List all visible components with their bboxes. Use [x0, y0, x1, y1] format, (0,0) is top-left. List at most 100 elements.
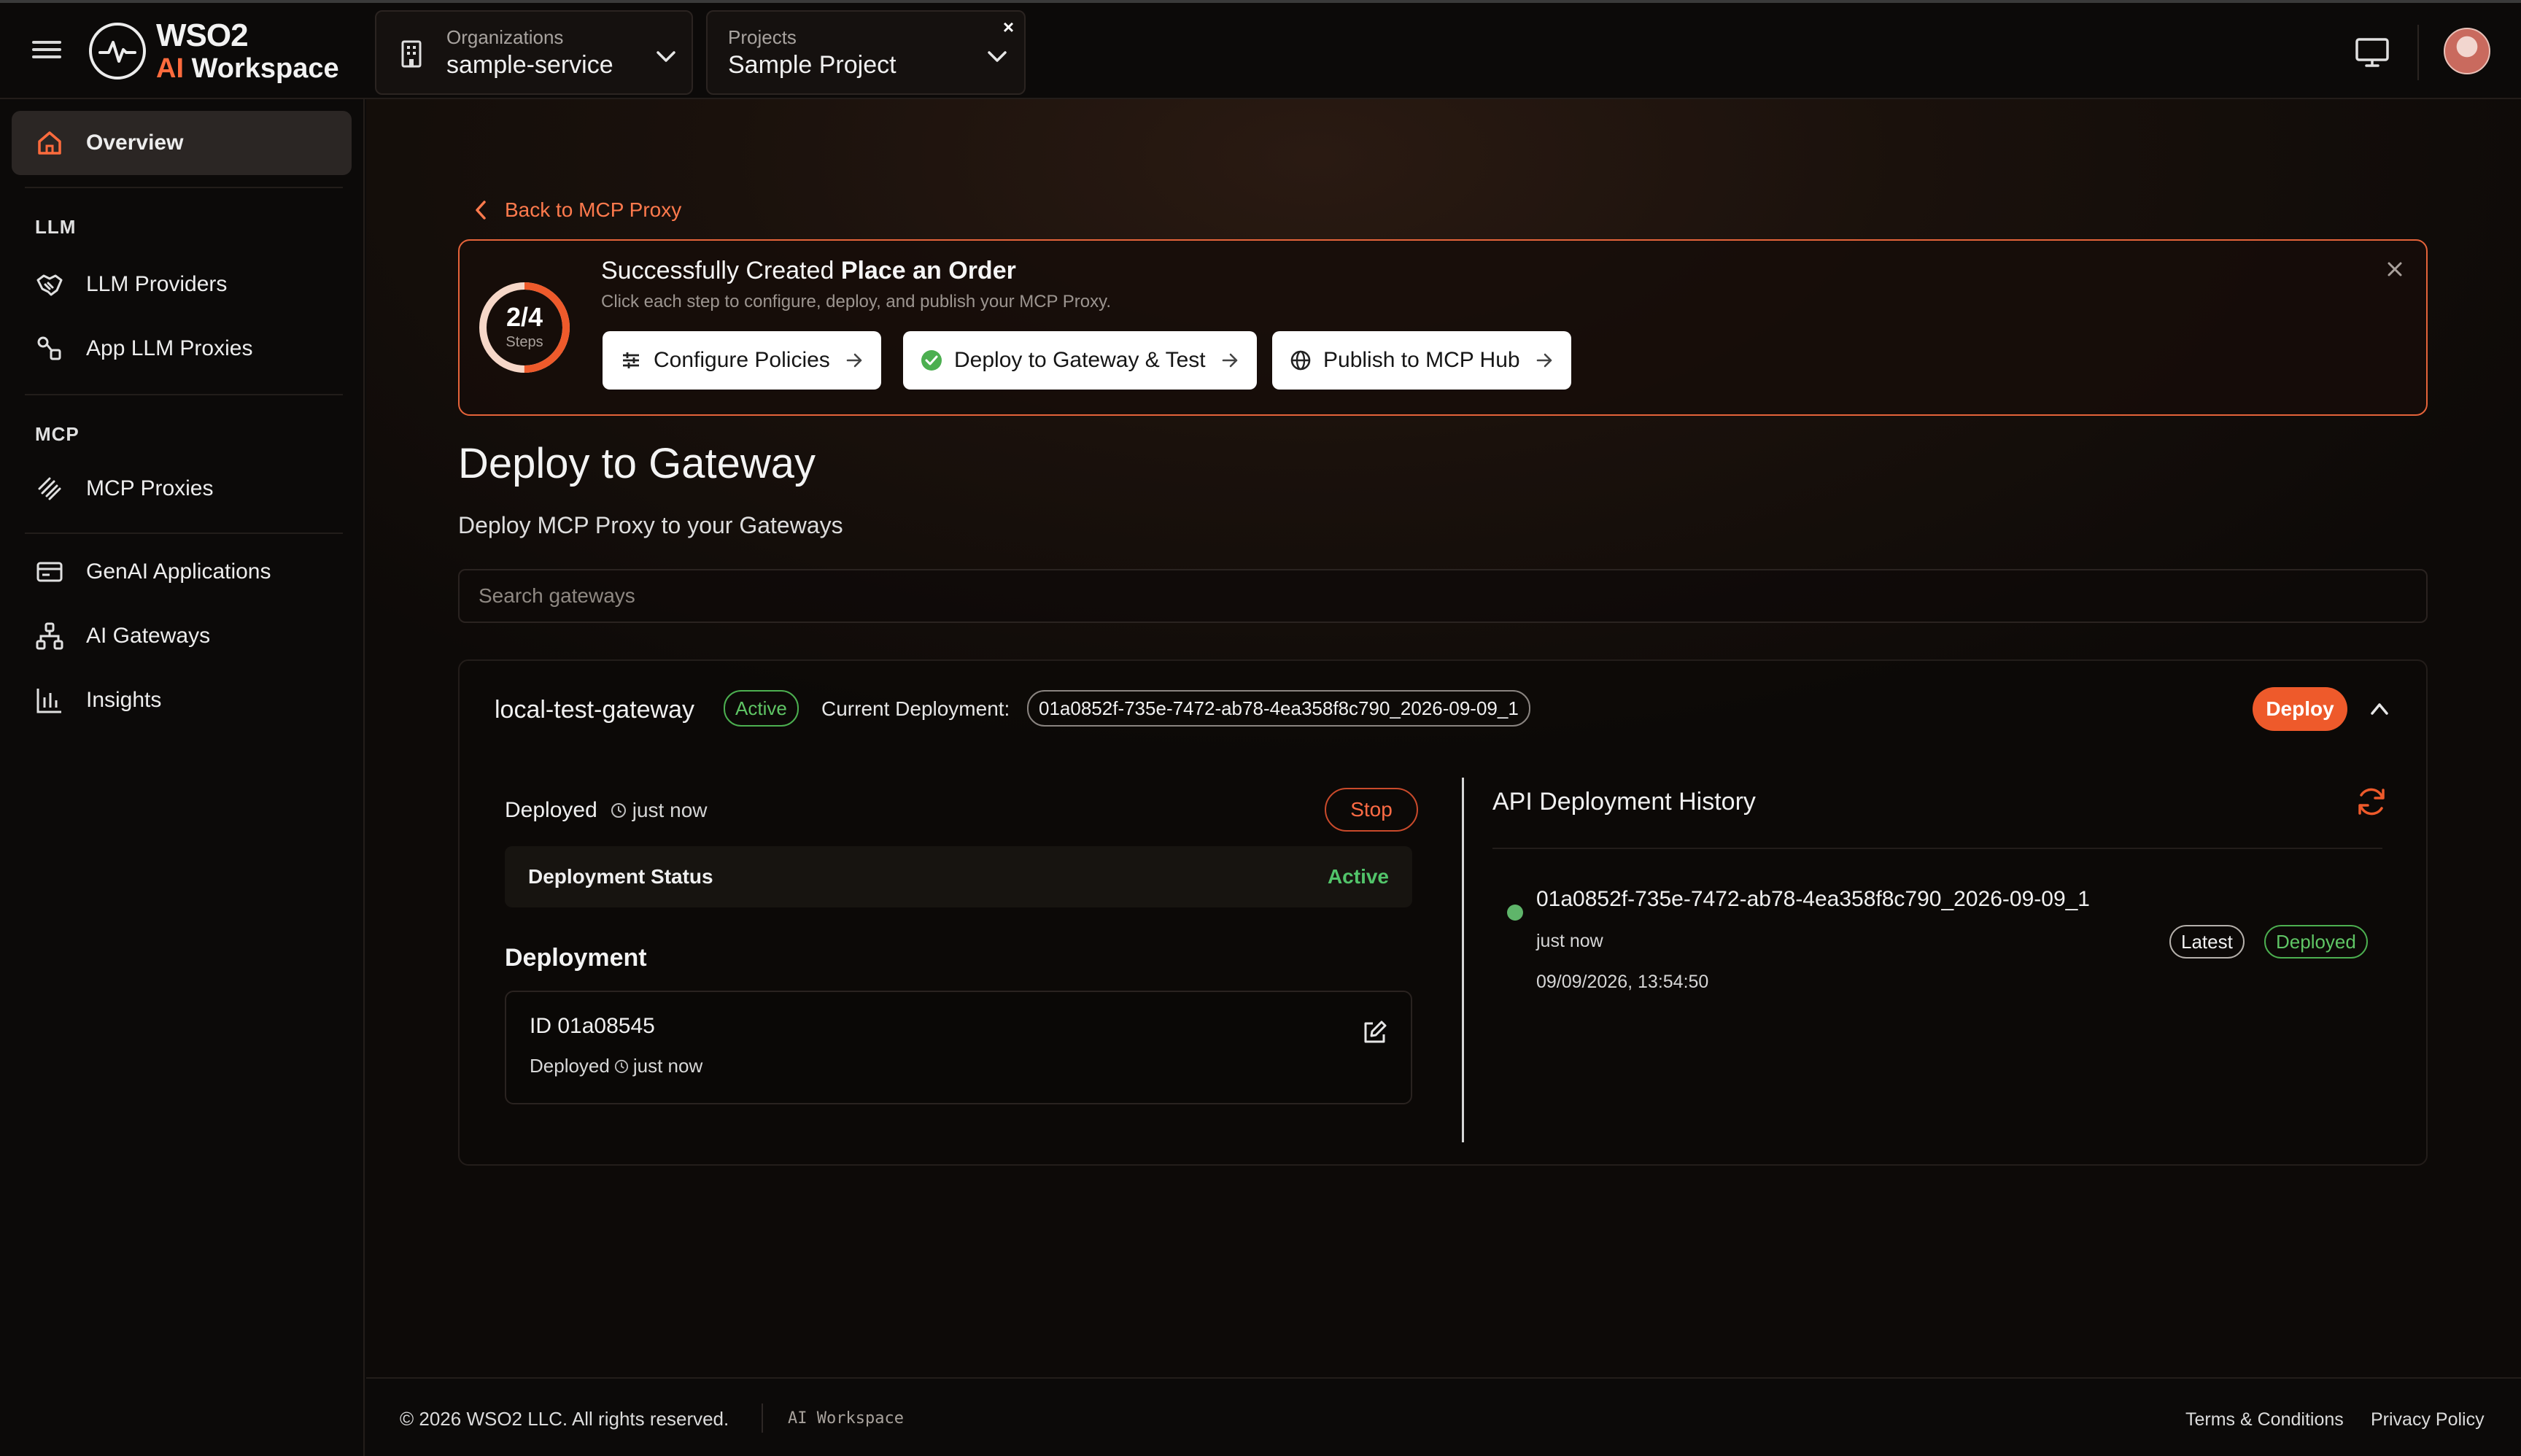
terms-link[interactable]: Terms & Conditions: [2185, 1409, 2344, 1430]
history-entry-id: 01a0852f-735e-7472-ab78-4ea358f8c790_202…: [1536, 887, 2090, 911]
back-to-mcp-proxy-link[interactable]: Back to MCP Proxy: [473, 198, 681, 222]
sidebar-item-insights[interactable]: Insights: [12, 668, 352, 732]
history-title: API Deployment History: [1492, 788, 1756, 816]
deployment-heading: Deployment: [505, 944, 647, 972]
home-icon: [35, 128, 64, 158]
sidebar-item-llm-providers[interactable]: LLM Providers: [12, 252, 352, 317]
globe-icon: [1290, 350, 1311, 371]
clock-icon: [614, 1059, 628, 1073]
search-gateways-input[interactable]: [458, 569, 2428, 623]
refresh-icon[interactable]: [2353, 783, 2390, 820]
edit-icon[interactable]: [1360, 1018, 1389, 1048]
latest-badge: Latest: [2169, 925, 2245, 959]
sidebar-item-label: Overview: [86, 131, 184, 155]
sidebar-item-label: AI Gateways: [86, 624, 211, 648]
pulse-logo-icon: [89, 23, 146, 80]
monitor-icon[interactable]: [2353, 34, 2391, 71]
current-deployment-value: 01a0852f-735e-7472-ab78-4ea358f8c790_202…: [1027, 690, 1530, 727]
sidebar-item-label: Insights: [86, 688, 162, 712]
sidebar-section-mcp: MCP: [35, 423, 80, 445]
deployment-history: API Deployment History 01a0852f-735e-747…: [1492, 778, 2397, 1128]
handshake-icon: [35, 270, 64, 299]
chevron-down-icon[interactable]: [654, 44, 678, 69]
sliders-icon: [623, 352, 639, 368]
header-divider: [2417, 25, 2419, 80]
organization-selector[interactable]: Organizations sample-service: [375, 10, 693, 95]
sidebar-item-ai-gateways[interactable]: AI Gateways: [12, 604, 352, 668]
sidebar-item-label: MCP Proxies: [86, 476, 214, 500]
banner-subtitle: Click each step to configure, deploy, an…: [601, 292, 1112, 311]
check-circle-icon: [921, 350, 942, 371]
stop-button[interactable]: Stop: [1325, 788, 1418, 832]
current-deployment-label: Current Deployment:: [821, 697, 1010, 720]
arrow-right-icon: [846, 353, 862, 368]
history-entry-date: 09/09/2026, 13:54:50: [1536, 972, 1709, 992]
sidebar-divider: [25, 187, 343, 188]
progress-steps-count: 2/4: [506, 302, 543, 332]
publish-to-mcp-hub-button[interactable]: Publish to MCP Hub: [1272, 331, 1571, 390]
sidebar-item-label: App LLM Proxies: [86, 336, 253, 360]
deployed-status-line: Deployed just now: [505, 798, 707, 823]
deployment-deployed-time: just now: [632, 1055, 703, 1077]
sidebar-divider: [25, 533, 343, 534]
banner-title: Successfully Created Place an Order: [601, 257, 1016, 285]
footer-divider: [762, 1403, 763, 1433]
close-icon[interactable]: [2382, 257, 2407, 282]
wso2-logo[interactable]: WSO2 AI Workspace: [89, 20, 339, 82]
gateway-name: local-test-gateway: [495, 696, 695, 724]
clock-icon: [611, 803, 626, 818]
pane-divider: [1462, 778, 1464, 1142]
sidebar-item-overview[interactable]: Overview: [12, 111, 352, 175]
banner-title-prefix: Successfully Created: [601, 257, 834, 284]
deployed-label: Deployed: [505, 798, 597, 822]
copyright-text: © 2026 WSO2 LLC. All rights reserved.: [400, 1408, 729, 1430]
history-entry-time: just now: [1536, 931, 1603, 951]
footer: © 2026 WSO2 LLC. All rights reserved. AI…: [366, 1377, 2521, 1456]
project-value: Sample Project: [728, 51, 897, 79]
deployment-status-value: Active: [1327, 865, 1389, 888]
banner-title-name: Place an Order: [840, 257, 1016, 284]
deployment-status-row: Deployment Status Active: [505, 846, 1412, 907]
page-title: Deploy to Gateway: [458, 440, 816, 487]
success-banner: 2/4 Steps Successfully Created Place an …: [458, 239, 2428, 416]
privacy-link[interactable]: Privacy Policy: [2371, 1409, 2485, 1430]
progress-steps-caption: Steps: [506, 334, 543, 350]
chevron-left-icon: [476, 201, 486, 220]
project-selector[interactable]: Projects Sample Project ×: [706, 10, 1026, 95]
sidebar: Overview LLM LLM Providers App LLM Proxi…: [0, 99, 365, 1456]
logo-workspace: Workspace: [191, 53, 339, 84]
deployment-id: ID 01a08545: [530, 1014, 655, 1038]
configure-policies-label: Configure Policies: [654, 348, 830, 372]
deploy-to-gateway-test-label: Deploy to Gateway & Test: [954, 348, 1206, 372]
mcp-icon: [35, 474, 64, 503]
organization-value: sample-service: [446, 51, 613, 79]
user-avatar[interactable]: [2444, 28, 2490, 74]
deployment-status-label: Deployment Status: [528, 865, 713, 888]
deploy-to-gateway-test-button[interactable]: Deploy to Gateway & Test: [903, 331, 1257, 390]
sidebar-item-label: LLM Providers: [86, 272, 228, 296]
back-link-text: Back to MCP Proxy: [505, 198, 682, 221]
deployment-deployed-line: Deployed just now: [530, 1055, 702, 1077]
page-subtitle: Deploy MCP Proxy to your Gateways: [458, 512, 843, 538]
sidebar-item-genai-applications[interactable]: GenAI Applications: [12, 540, 352, 604]
footer-brand: AI Workspace: [788, 1409, 904, 1428]
status-badge: Active: [724, 690, 799, 727]
arrow-right-icon: [1222, 353, 1237, 368]
deploy-button[interactable]: Deploy: [2253, 687, 2347, 731]
deployment-item: ID 01a08545 Deployed just now: [505, 991, 1412, 1104]
bar-chart-icon: [35, 686, 64, 715]
sidebar-item-mcp-proxies[interactable]: MCP Proxies: [12, 457, 352, 521]
configure-policies-button[interactable]: Configure Policies: [603, 331, 881, 390]
hamburger-icon[interactable]: [32, 36, 61, 66]
deployed-badge: Deployed: [2264, 925, 2368, 959]
publish-to-mcp-hub-label: Publish to MCP Hub: [1323, 348, 1520, 372]
status-dot: [1507, 905, 1523, 921]
sidebar-section-llm: LLM: [35, 216, 77, 238]
sidebar-item-app-llm-proxies[interactable]: App LLM Proxies: [12, 317, 352, 381]
deployed-time: just now: [632, 799, 708, 821]
history-divider: [1492, 848, 2382, 849]
chevron-down-icon[interactable]: [985, 44, 1010, 69]
chevron-up-icon[interactable]: [2365, 694, 2394, 724]
clear-project-icon[interactable]: ×: [1003, 18, 1014, 36]
building-icon: [397, 39, 426, 69]
